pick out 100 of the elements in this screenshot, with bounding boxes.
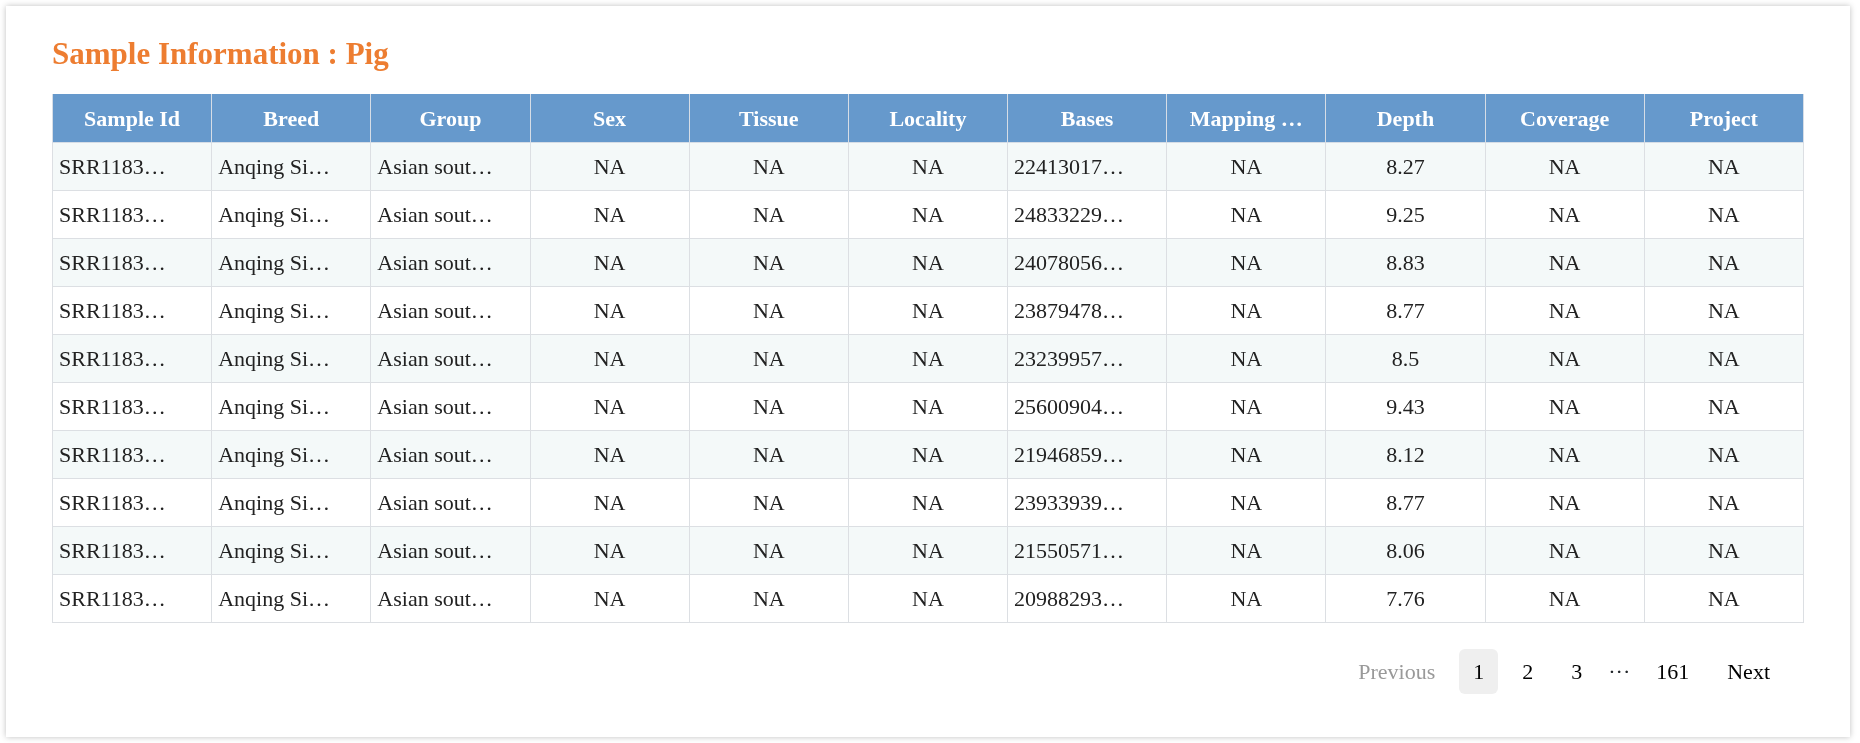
table-cell: NA	[1166, 382, 1326, 431]
table-cell: NA	[848, 238, 1008, 287]
table-cell: Anqing Si…	[211, 286, 371, 335]
page-button[interactable]: 2	[1508, 648, 1548, 694]
table-cell: SRR1183…	[52, 190, 212, 239]
table-cell: NA	[1644, 334, 1804, 383]
table-cell: 24833229…	[1007, 190, 1167, 239]
table-cell: NA	[848, 382, 1008, 431]
column-header[interactable]: Tissue	[689, 94, 849, 143]
table-cell: NA	[1485, 382, 1645, 431]
table-cell: SRR1183…	[52, 238, 212, 287]
table-cell: NA	[848, 526, 1008, 575]
table-cell: NA	[848, 190, 1008, 239]
table-cell: Asian sout…	[370, 574, 530, 623]
table-cell: Anqing Si…	[211, 478, 371, 527]
table-cell: NA	[1166, 334, 1326, 383]
table-cell: NA	[530, 430, 690, 479]
page-button[interactable]: 1	[1459, 648, 1499, 694]
table-cell: NA	[689, 286, 849, 335]
table-cell: NA	[1166, 238, 1326, 287]
table-cell: NA	[1485, 430, 1645, 479]
table-cell: NA	[1644, 382, 1804, 431]
column-header[interactable]: Sample Id	[52, 94, 212, 143]
table-cell: NA	[530, 334, 690, 383]
table-cell: NA	[689, 382, 849, 431]
column-header[interactable]: Mapping …	[1166, 94, 1326, 143]
table-cell: 23239957…	[1007, 334, 1167, 383]
table-cell: NA	[848, 286, 1008, 335]
column-header[interactable]: Locality	[848, 94, 1008, 143]
table-cell: NA	[689, 238, 849, 287]
table-cell: NA	[848, 478, 1008, 527]
table-cell: NA	[530, 382, 690, 431]
page-button[interactable]: 161	[1642, 648, 1704, 694]
column-header[interactable]: Coverage	[1485, 94, 1645, 143]
table-cell: Asian sout…	[370, 430, 530, 479]
table-cell: Asian sout…	[370, 382, 530, 431]
table-cell: Asian sout…	[370, 238, 530, 287]
table-cell: NA	[1166, 190, 1326, 239]
pagination-ellipsis: ···	[1607, 657, 1632, 686]
table-cell: NA	[1485, 478, 1645, 527]
column-header[interactable]: Depth	[1325, 94, 1486, 143]
table-cell: Anqing Si…	[211, 142, 371, 191]
table-cell: NA	[1485, 526, 1645, 575]
table-cell: 8.83	[1325, 238, 1486, 287]
table-cell: Asian sout…	[370, 334, 530, 383]
table-cell: NA	[848, 574, 1008, 623]
table-cell: 9.43	[1325, 382, 1486, 431]
table-cell: NA	[1166, 286, 1326, 335]
table-cell: SRR1183…	[52, 286, 212, 335]
page-button[interactable]: 3	[1557, 648, 1597, 694]
table-cell: 23933939…	[1007, 478, 1167, 527]
column-header[interactable]: Sex	[530, 94, 690, 143]
table-cell: NA	[1644, 286, 1804, 335]
table-cell: SRR1183…	[52, 430, 212, 479]
table-cell: NA	[1485, 238, 1645, 287]
table-cell: NA	[1166, 478, 1326, 527]
table-cell: NA	[689, 334, 849, 383]
table-cell: NA	[1166, 430, 1326, 479]
table-cell: NA	[689, 190, 849, 239]
table-cell: NA	[530, 286, 690, 335]
table-cell: NA	[689, 478, 849, 527]
table-cell: 21946859…	[1007, 430, 1167, 479]
column-header[interactable]: Project	[1644, 94, 1804, 143]
column-header[interactable]: Bases	[1007, 94, 1167, 143]
table-cell: NA	[530, 142, 690, 191]
table-cell: Anqing Si…	[211, 334, 371, 383]
table-cell: SRR1183…	[52, 382, 212, 431]
table-cell: NA	[689, 430, 849, 479]
table-cell: NA	[1485, 574, 1645, 623]
table-cell: NA	[1644, 142, 1804, 191]
table-cell: NA	[1485, 286, 1645, 335]
table-cell: NA	[530, 574, 690, 623]
table-cell: 8.12	[1325, 430, 1486, 479]
table-cell: NA	[848, 334, 1008, 383]
table-cell: 8.77	[1325, 478, 1486, 527]
next-button[interactable]: Next	[1713, 648, 1784, 694]
table-cell: SRR1183…	[52, 142, 212, 191]
table-cell: 22413017…	[1007, 142, 1167, 191]
table-cell: NA	[848, 430, 1008, 479]
table-cell: Anqing Si…	[211, 190, 371, 239]
table-cell: NA	[1485, 190, 1645, 239]
table-cell: SRR1183…	[52, 478, 212, 527]
table-cell: NA	[1166, 526, 1326, 575]
table-cell: NA	[1644, 478, 1804, 527]
table-cell: Asian sout…	[370, 478, 530, 527]
table-cell: 8.06	[1325, 526, 1486, 575]
column-header[interactable]: Group	[370, 94, 530, 143]
table-cell: 7.76	[1325, 574, 1486, 623]
table-cell: NA	[689, 526, 849, 575]
table-cell: Anqing Si…	[211, 238, 371, 287]
table-cell: 20988293…	[1007, 574, 1167, 623]
table-cell: NA	[1644, 526, 1804, 575]
table-cell: 25600904…	[1007, 382, 1167, 431]
table-cell: NA	[689, 574, 849, 623]
table-cell: 8.5	[1325, 334, 1486, 383]
column-header[interactable]: Breed	[211, 94, 371, 143]
table-cell: NA	[689, 142, 849, 191]
table-cell: 8.77	[1325, 286, 1486, 335]
table-cell: Anqing Si…	[211, 430, 371, 479]
table-cell: NA	[1644, 238, 1804, 287]
